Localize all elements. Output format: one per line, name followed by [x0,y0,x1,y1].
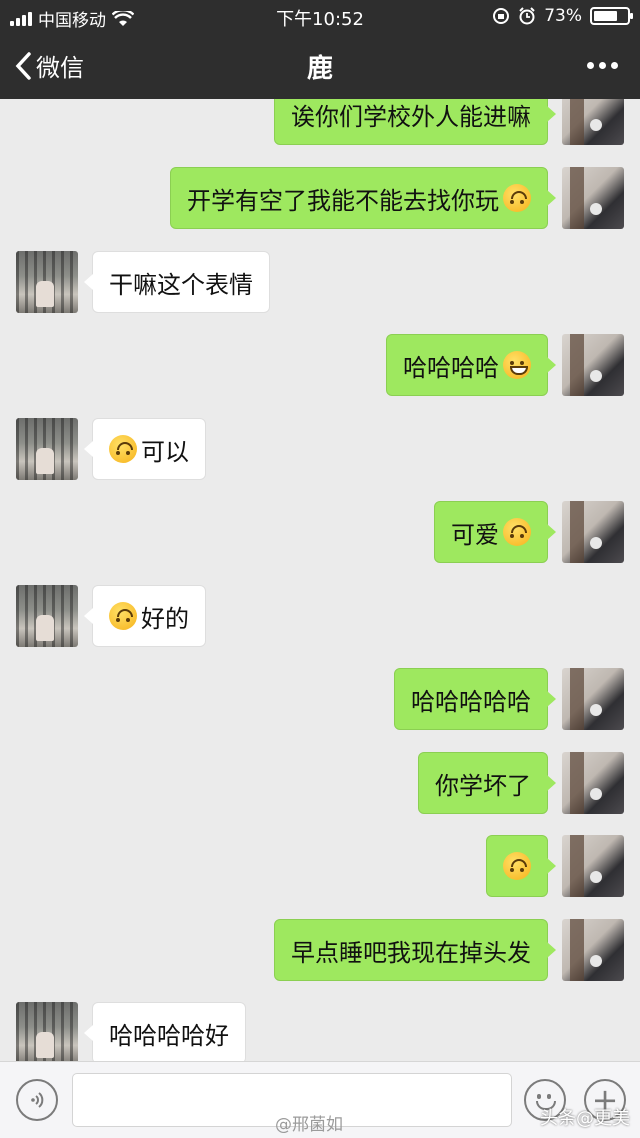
message-row: 你学坏了 [0,752,640,814]
received-message-bubble[interactable]: 哈哈哈哈好 [84,1002,246,1061]
upside-down-emoji-icon [503,518,531,546]
my-avatar[interactable] [562,99,624,145]
received-message-bubble[interactable]: 可以 [84,418,206,480]
received-message-bubble[interactable]: 好的 [84,585,206,647]
status-bar: 中国移动 下午10:52 73% [0,0,640,32]
sent-message-bubble[interactable]: 开学有空了我能不能去找你玩 [170,167,556,229]
contact-avatar[interactable] [16,251,78,313]
message-text: 你学坏了 [435,771,531,800]
upside-down-emoji-icon [503,184,531,212]
my-avatar[interactable] [562,334,624,396]
message-text: 哈哈哈哈哈 [411,687,531,716]
battery-fill [594,11,618,21]
message-text: 可以 [141,437,189,466]
my-avatar[interactable] [562,668,624,730]
message-row: 早点睡吧我现在掉头发 [0,919,640,981]
sent-message-bubble[interactable]: 早点睡吧我现在掉头发 [274,919,556,981]
top-bar: 中国移动 下午10:52 73% 微信 鹿 [0,0,640,99]
battery-percent: 73% [544,6,582,26]
message-row: 干嘛这个表情 [0,251,640,313]
upside-down-emoji-icon [109,435,137,463]
message-text: 哈哈哈哈 [403,353,499,382]
message-row: 哈哈哈哈 [0,334,640,396]
voice-button[interactable] [16,1079,58,1121]
contact-avatar[interactable] [16,585,78,647]
my-avatar[interactable] [562,835,624,897]
message-text: 诶你们学校外人能进嘛 [291,102,531,131]
message-row: 哈哈哈哈好 [0,1002,640,1061]
message-text: 干嘛这个表情 [109,270,253,299]
orientation-lock-icon [493,8,510,24]
contact-avatar[interactable] [16,1002,78,1061]
voice-icon [31,1092,44,1108]
sent-message-bubble[interactable]: 可爱 [434,501,556,563]
received-message-bubble[interactable]: 干嘛这个表情 [84,251,270,313]
sent-message-bubble[interactable]: 诶你们学校外人能进嘛 [274,99,556,145]
message-row: 诶你们学校外人能进嘛 [0,99,640,145]
chat-area[interactable]: 诶你们学校外人能进嘛开学有空了我能不能去找你玩干嘛这个表情哈哈哈哈可以可爱好的哈… [0,99,640,1061]
my-avatar[interactable] [562,752,624,814]
watermark-center: @邢菌如 [275,1115,343,1135]
back-label: 微信 [36,54,84,82]
my-avatar[interactable] [562,167,624,229]
contact-avatar[interactable] [16,418,78,480]
message-row: 好的 [0,585,640,647]
flushed-grin-emoji-icon [503,351,531,379]
chevron-left-icon [15,51,31,80]
sent-message-bubble[interactable] [486,835,556,897]
message-text: 早点睡吧我现在掉头发 [291,938,531,967]
more-options-icon[interactable] [587,62,618,69]
message-text: 开学有空了我能不能去找你玩 [187,186,499,215]
my-avatar[interactable] [562,501,624,563]
alarm-icon [519,7,535,25]
message-text: 好的 [141,604,189,633]
upside-down-emoji-icon [109,602,137,630]
upside-down-emoji-icon [503,852,531,880]
back-button[interactable]: 微信 [14,48,84,83]
status-right: 73% [492,6,633,26]
my-avatar[interactable] [562,919,624,981]
message-row: 开学有空了我能不能去找你玩 [0,167,640,229]
nav-bar: 微信 鹿 [0,32,640,99]
message-row: 可以 [0,418,640,480]
message-text: 哈哈哈哈好 [109,1021,229,1050]
message-row [0,835,640,897]
watermark-right: 头条@更美 [540,1108,630,1129]
chat-title: 鹿 [306,54,333,84]
sent-message-bubble[interactable]: 哈哈哈哈 [386,334,556,396]
message-row: 可爱 [0,501,640,563]
battery-icon [590,7,633,25]
message-row: 哈哈哈哈哈 [0,668,640,730]
sent-message-bubble[interactable]: 你学坏了 [418,752,556,814]
message-text: 可爱 [451,520,499,549]
sent-message-bubble[interactable]: 哈哈哈哈哈 [394,668,556,730]
